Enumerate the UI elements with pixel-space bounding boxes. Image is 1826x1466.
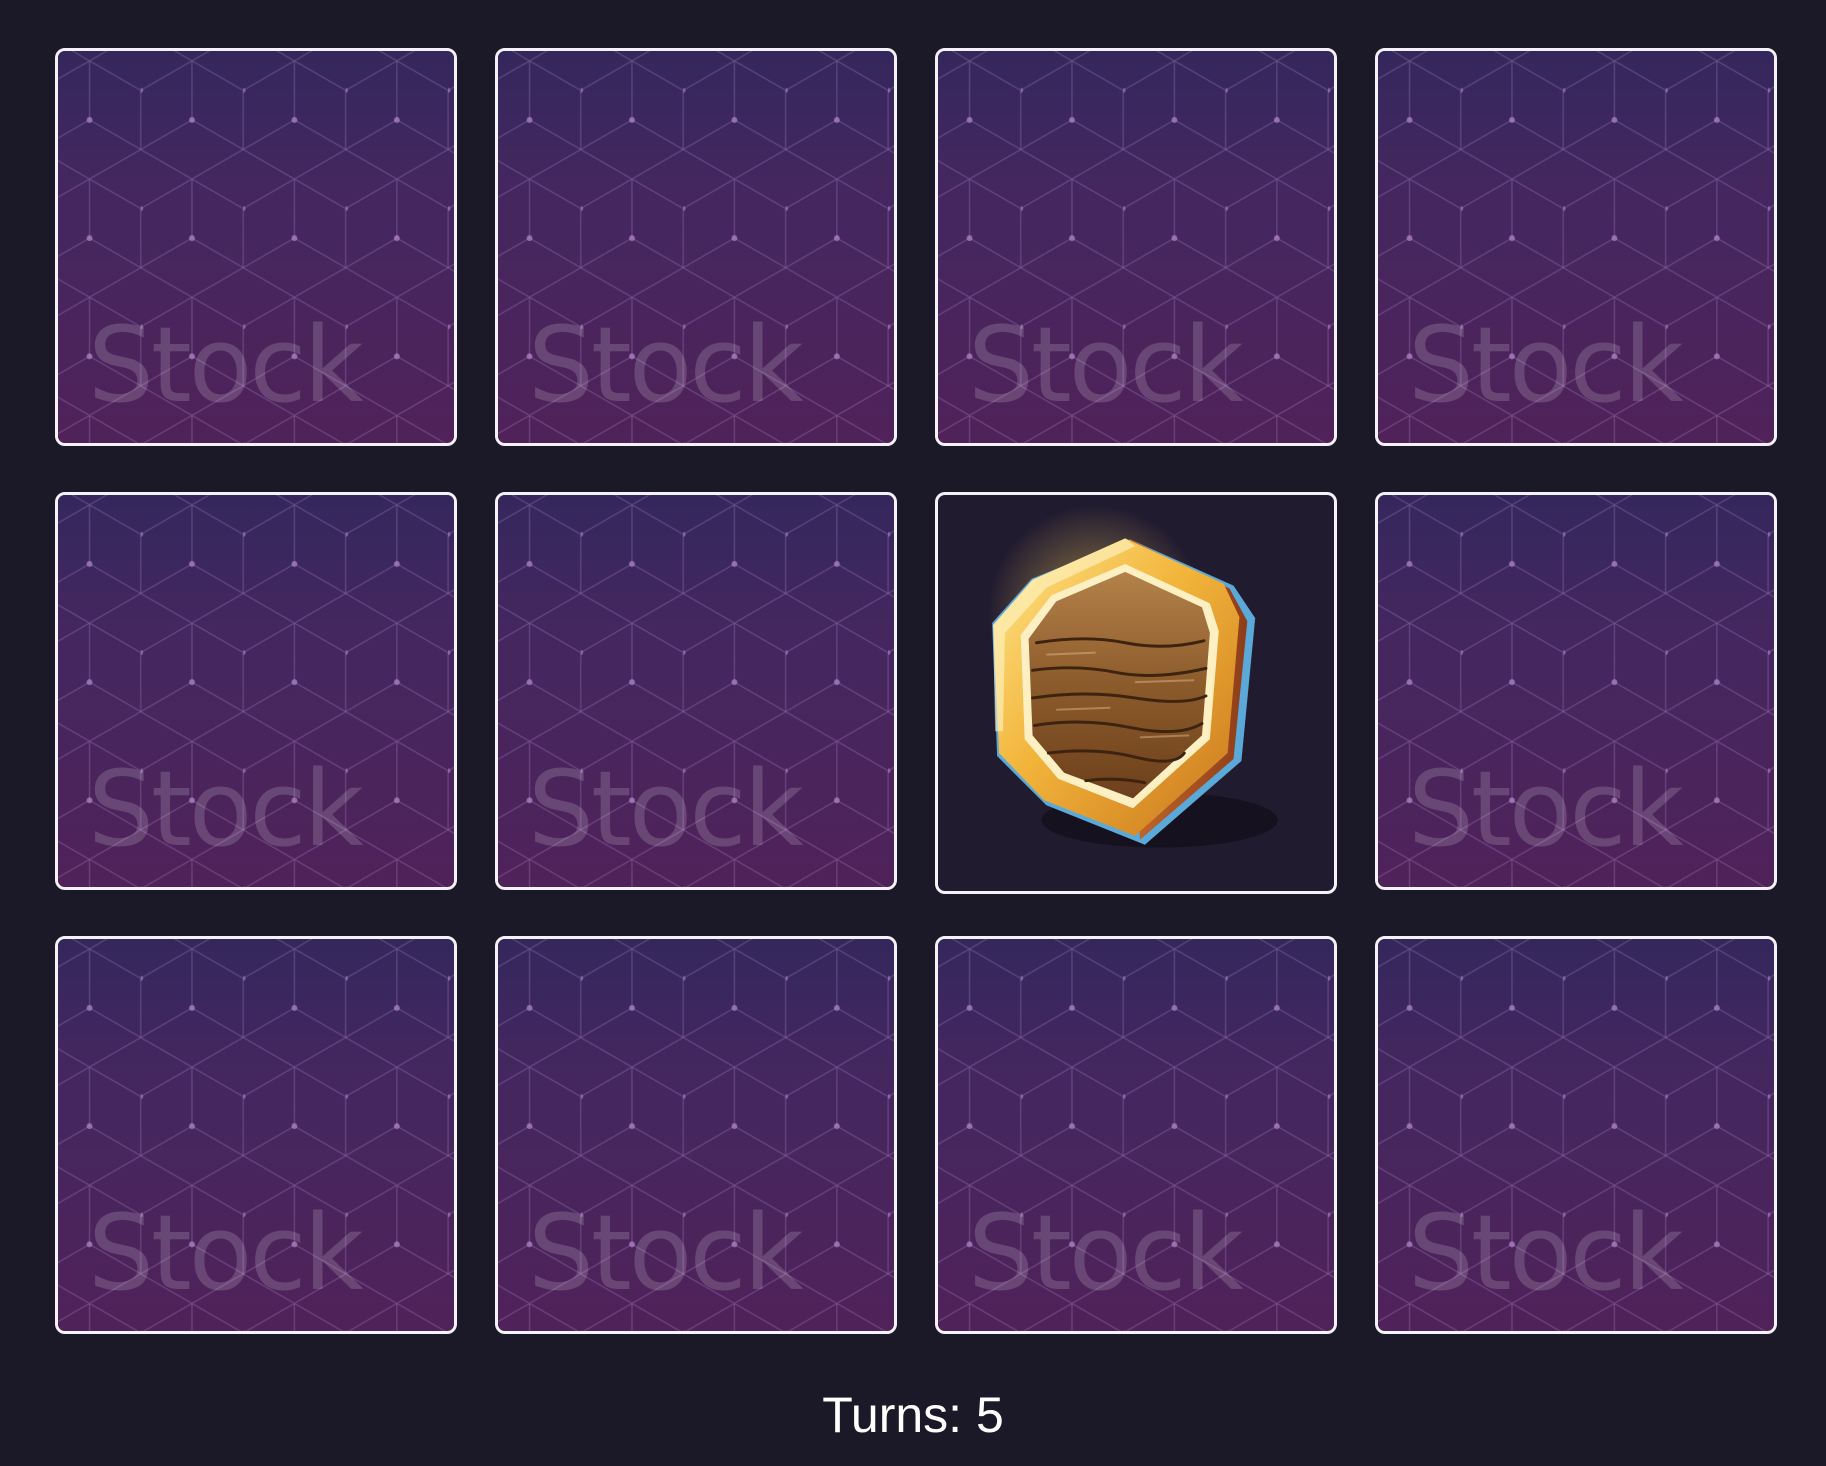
card-back[interactable]: Stock [935,936,1337,1334]
card-back-pattern [58,51,454,443]
card-back-pattern [1378,939,1774,1331]
wooden-shield-icon [987,504,1278,848]
card-back[interactable]: Stock [495,48,897,446]
card-back-pattern [58,939,454,1331]
card-back[interactable]: Stock [1375,936,1777,1334]
turns-counter: Turns: 5 [822,1387,1004,1443]
card-back[interactable]: Stock [1375,48,1777,446]
card-back[interactable]: Stock [55,492,457,890]
card-back[interactable]: Stock [1375,492,1777,890]
card-back-pattern [938,939,1334,1331]
card-back-pattern [498,495,894,887]
card-back[interactable]: Stock [495,492,897,890]
card-back-pattern [1378,51,1774,443]
card-back[interactable]: Stock [55,936,457,1334]
card-back-pattern [1378,495,1774,887]
game-board: Stock Stock Stock Stock Stock [55,48,1782,1340]
card-back-pattern [498,51,894,443]
card-back[interactable]: Stock [935,48,1337,446]
card-back-pattern [938,51,1334,443]
card-face-up[interactable] [935,492,1337,894]
card-back-pattern [58,495,454,887]
card-back[interactable]: Stock [495,936,897,1334]
card-back[interactable]: Stock [55,48,457,446]
card-back-pattern [498,939,894,1331]
